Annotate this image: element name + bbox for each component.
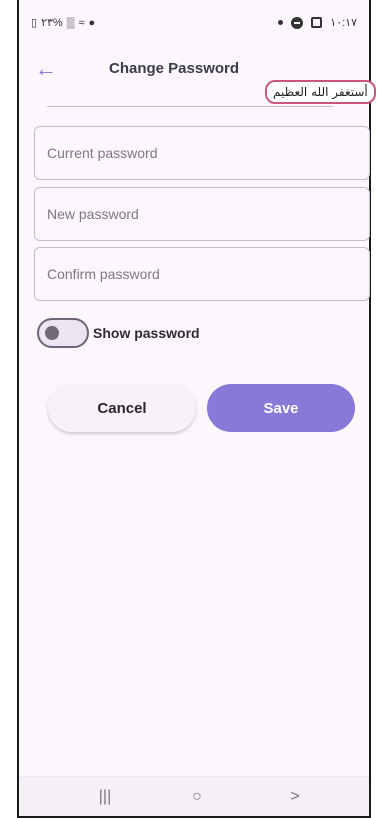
confirm-password-field[interactable] <box>34 247 370 301</box>
status-bar: ▯ ٢٣% ▒ ≈ ● ١٠:١٧ <box>19 0 369 46</box>
show-password-toggle[interactable] <box>37 318 89 348</box>
alarm-icon: ● <box>88 16 96 29</box>
page-title: Change Password <box>109 60 240 77</box>
battery-percent: ٢٣% <box>41 17 63 29</box>
overlay-text-badge: أستغفر الله العظيم <box>265 80 376 104</box>
status-left: ▯ ٢٣% ▒ ≈ ● <box>31 16 96 30</box>
back-button[interactable]: ← <box>33 56 59 82</box>
toggle-knob <box>45 326 59 340</box>
wifi-icon: ≈ <box>78 16 85 29</box>
image-icon <box>311 17 323 28</box>
status-right: ١٠:١٧ <box>278 16 357 29</box>
show-password-row: Show password <box>37 316 200 350</box>
current-password-field[interactable] <box>34 126 370 180</box>
confirm-password-input[interactable] <box>47 266 369 282</box>
arrow-left-icon: ← <box>35 56 57 81</box>
recents-button[interactable]: ||| <box>85 785 125 809</box>
system-nav-bar: ||| ○ > <box>19 776 369 816</box>
current-password-input[interactable] <box>47 145 369 161</box>
do-not-disturb-icon <box>291 16 304 29</box>
notification-dot-icon <box>278 20 284 25</box>
battery-icon: ▯ <box>31 17 38 29</box>
home-button[interactable]: ○ <box>177 785 217 809</box>
new-password-input[interactable] <box>47 206 369 222</box>
divider <box>47 106 333 107</box>
show-password-label: Show password <box>93 325 200 341</box>
status-time: ١٠:١٧ <box>330 17 357 29</box>
phone-screen: ▯ ٢٣% ▒ ≈ ● ١٠:١٧ ← Change Password أستغ… <box>17 0 376 818</box>
signal-icon: ▒ <box>66 16 75 29</box>
nav-back-button[interactable]: > <box>275 785 315 809</box>
new-password-field[interactable] <box>34 187 370 241</box>
cancel-button[interactable]: Cancel <box>48 384 196 432</box>
save-button[interactable]: Save <box>207 384 355 432</box>
